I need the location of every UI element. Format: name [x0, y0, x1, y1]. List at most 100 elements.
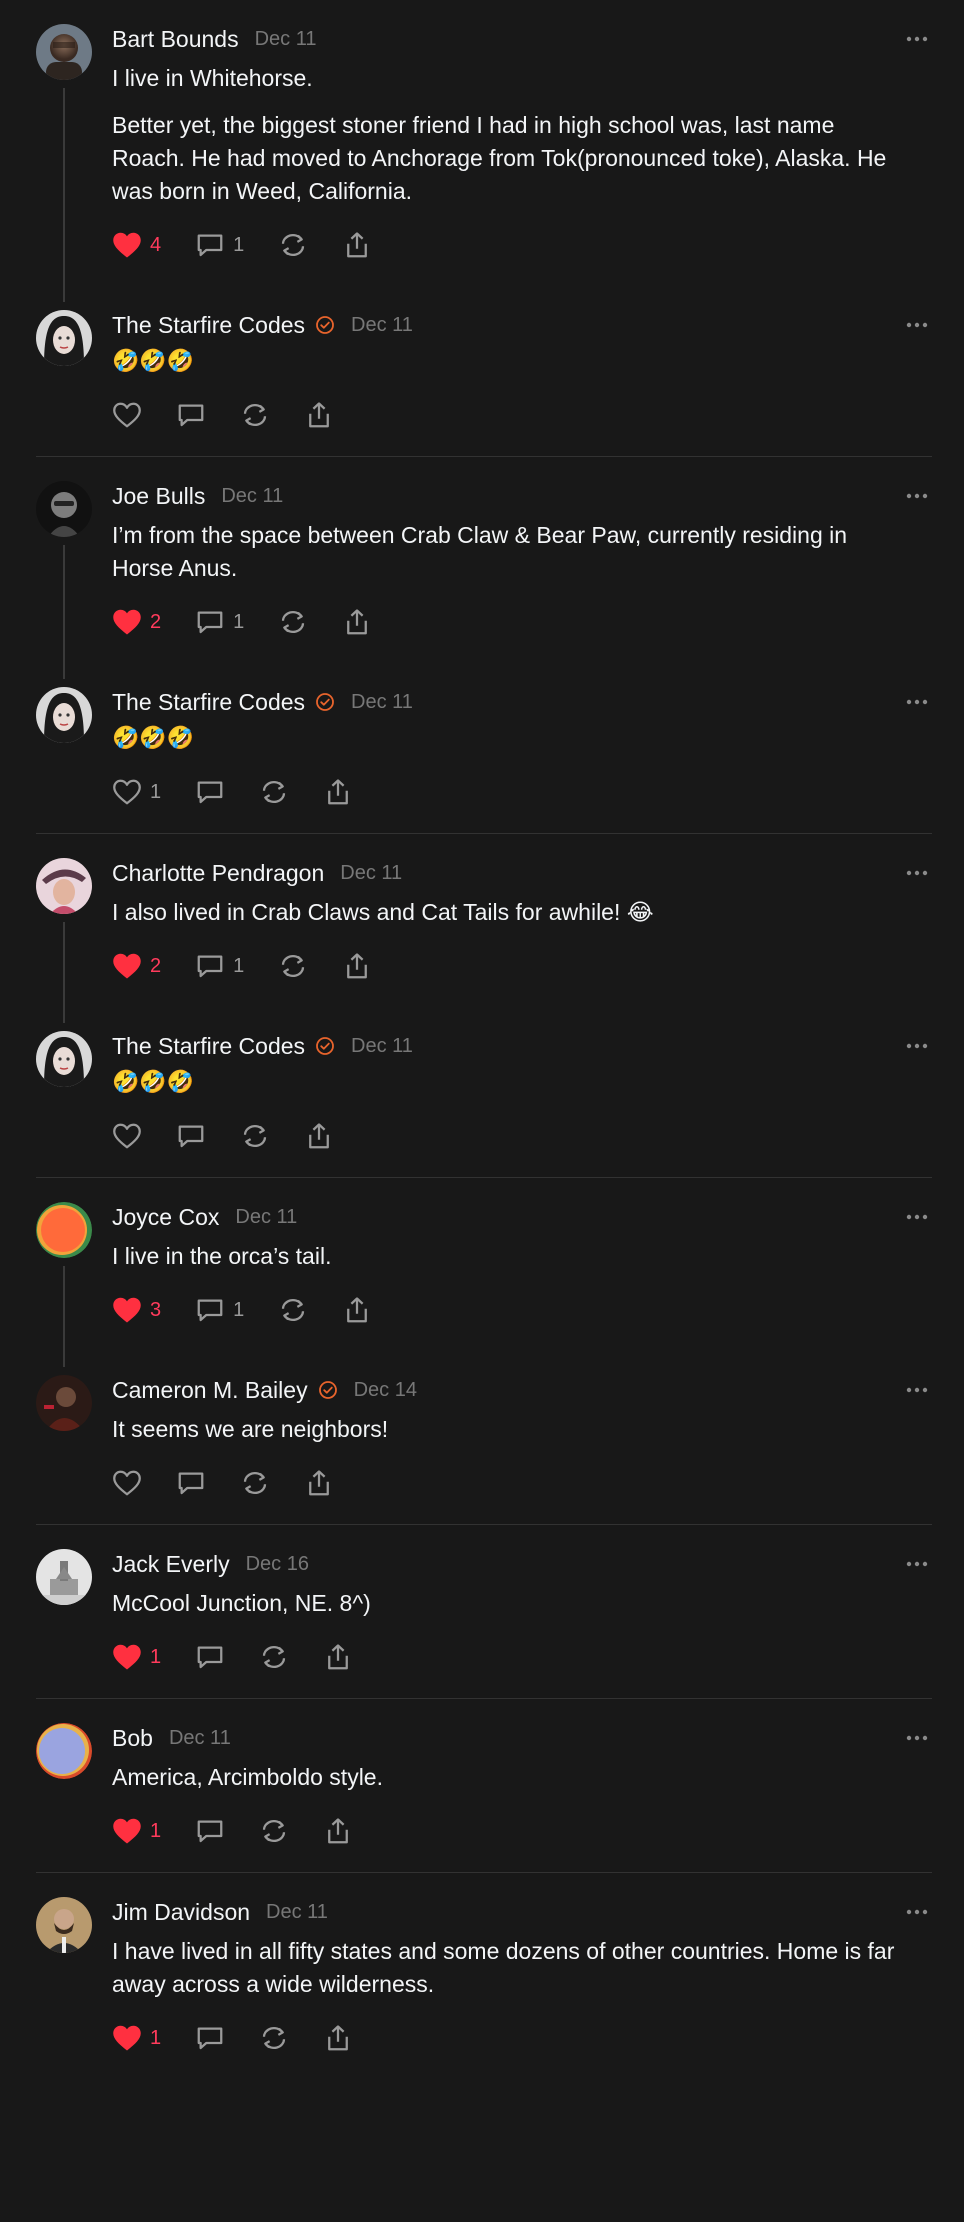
repost-button[interactable]: [240, 1122, 270, 1150]
heart-icon: [112, 1469, 142, 1497]
share-button[interactable]: [323, 1817, 353, 1845]
like-button[interactable]: 1: [112, 778, 161, 806]
post-date[interactable]: Dec 16: [246, 1553, 309, 1576]
more-dots-icon[interactable]: [906, 28, 928, 50]
post-date[interactable]: Dec 11: [255, 28, 317, 51]
like-button[interactable]: 3: [112, 1296, 161, 1324]
share-button[interactable]: [323, 1643, 353, 1671]
post[interactable]: The Starfire Codes Dec 11 🤣🤣🤣: [0, 286, 964, 432]
post-date[interactable]: Dec 11: [351, 1035, 413, 1058]
author-name[interactable]: Cameron M. Bailey: [112, 1377, 308, 1404]
author-name[interactable]: Jack Everly: [112, 1551, 230, 1578]
like-button[interactable]: 2: [112, 952, 161, 980]
post[interactable]: Cameron M. Bailey Dec 14 It seems we are…: [0, 1351, 964, 1500]
author-name[interactable]: The Starfire Codes: [112, 689, 305, 716]
post-date[interactable]: Dec 11: [266, 1901, 328, 1924]
repost-button[interactable]: [259, 778, 289, 806]
repost-button[interactable]: [278, 952, 308, 980]
post-date[interactable]: Dec 11: [351, 691, 413, 714]
like-button[interactable]: [112, 1469, 142, 1497]
repost-button[interactable]: [278, 1296, 308, 1324]
avatar[interactable]: [36, 1202, 92, 1258]
avatar[interactable]: [36, 24, 92, 80]
reply-button[interactable]: 1: [195, 1296, 244, 1324]
avatar[interactable]: [36, 1723, 92, 1779]
repost-button[interactable]: [259, 1643, 289, 1671]
post-date[interactable]: Dec 11: [221, 485, 283, 508]
author-name[interactable]: Charlotte Pendragon: [112, 860, 324, 887]
reply-button[interactable]: 1: [195, 608, 244, 636]
repost-button[interactable]: [278, 231, 308, 259]
share-button[interactable]: [323, 778, 353, 806]
author-name[interactable]: Joyce Cox: [112, 1204, 219, 1231]
avatar[interactable]: [36, 310, 92, 366]
reply-button[interactable]: [195, 2024, 225, 2052]
reply-button[interactable]: 1: [195, 231, 244, 259]
reply-button[interactable]: 1: [195, 952, 244, 980]
reply-button[interactable]: [195, 1817, 225, 1845]
more-dots-icon[interactable]: [906, 1553, 928, 1575]
share-button[interactable]: [323, 2024, 353, 2052]
post[interactable]: Joyce Cox Dec 11 I live in the orca’s ta…: [0, 1178, 964, 1327]
post-date[interactable]: Dec 14: [354, 1379, 417, 1402]
share-button[interactable]: [304, 401, 334, 429]
author-name[interactable]: The Starfire Codes: [112, 312, 305, 339]
more-dots-icon[interactable]: [906, 1035, 928, 1057]
like-button[interactable]: 2: [112, 608, 161, 636]
post-date[interactable]: Dec 11: [351, 314, 413, 337]
post[interactable]: The Starfire Codes Dec 11 🤣🤣🤣: [0, 1007, 964, 1153]
post[interactable]: The Starfire Codes Dec 11 🤣🤣🤣 1: [0, 663, 964, 809]
author-name[interactable]: The Starfire Codes: [112, 1033, 305, 1060]
share-button[interactable]: [304, 1122, 334, 1150]
reply-button[interactable]: [176, 1469, 206, 1497]
like-button[interactable]: [112, 1122, 142, 1150]
more-dots-icon[interactable]: [906, 314, 928, 336]
more-dots-icon[interactable]: [906, 1379, 928, 1401]
like-button[interactable]: [112, 401, 142, 429]
repost-button[interactable]: [240, 401, 270, 429]
share-button[interactable]: [342, 1296, 372, 1324]
more-dots-icon[interactable]: [906, 691, 928, 713]
author-name[interactable]: Jim Davidson: [112, 1899, 250, 1926]
repost-button[interactable]: [240, 1469, 270, 1497]
like-button[interactable]: 1: [112, 2024, 161, 2052]
more-dots-icon[interactable]: [906, 1206, 928, 1228]
post[interactable]: Joe Bulls Dec 11 I’m from the space betw…: [0, 457, 964, 639]
reply-button[interactable]: [195, 778, 225, 806]
reply-button[interactable]: [176, 401, 206, 429]
like-button[interactable]: 1: [112, 1643, 161, 1671]
avatar[interactable]: [36, 481, 92, 537]
more-dots-icon[interactable]: [906, 485, 928, 507]
like-button[interactable]: 1: [112, 1817, 161, 1845]
share-button[interactable]: [342, 952, 372, 980]
post[interactable]: Jim Davidson Dec 11 I have lived in all …: [0, 1873, 964, 2055]
post[interactable]: Bob Dec 11 America, Arcimboldo style. 1: [0, 1699, 964, 1848]
more-dots-icon[interactable]: [906, 862, 928, 884]
reply-button[interactable]: [176, 1122, 206, 1150]
post[interactable]: Charlotte Pendragon Dec 11 I also lived …: [0, 834, 964, 983]
post[interactable]: Bart Bounds Dec 11 I live in Whitehorse.…: [0, 0, 964, 262]
share-button[interactable]: [342, 608, 372, 636]
avatar[interactable]: [36, 1549, 92, 1605]
repost-button[interactable]: [259, 2024, 289, 2052]
avatar[interactable]: [36, 858, 92, 914]
repost-button[interactable]: [259, 1817, 289, 1845]
repost-button[interactable]: [278, 608, 308, 636]
post-date[interactable]: Dec 11: [169, 1727, 231, 1750]
post-date[interactable]: Dec 11: [235, 1206, 297, 1229]
avatar[interactable]: [36, 1897, 92, 1953]
like-button[interactable]: 4: [112, 231, 161, 259]
avatar[interactable]: [36, 1031, 92, 1087]
avatar[interactable]: [36, 687, 92, 743]
author-name[interactable]: Bart Bounds: [112, 26, 239, 53]
post-date[interactable]: Dec 11: [340, 862, 402, 885]
post[interactable]: Jack Everly Dec 16 McCool Junction, NE. …: [0, 1525, 964, 1674]
author-name[interactable]: Bob: [112, 1725, 153, 1752]
avatar[interactable]: [36, 1375, 92, 1431]
share-button[interactable]: [304, 1469, 334, 1497]
share-button[interactable]: [342, 231, 372, 259]
author-name[interactable]: Joe Bulls: [112, 483, 205, 510]
more-dots-icon[interactable]: [906, 1727, 928, 1749]
more-dots-icon[interactable]: [906, 1901, 928, 1923]
reply-button[interactable]: [195, 1643, 225, 1671]
